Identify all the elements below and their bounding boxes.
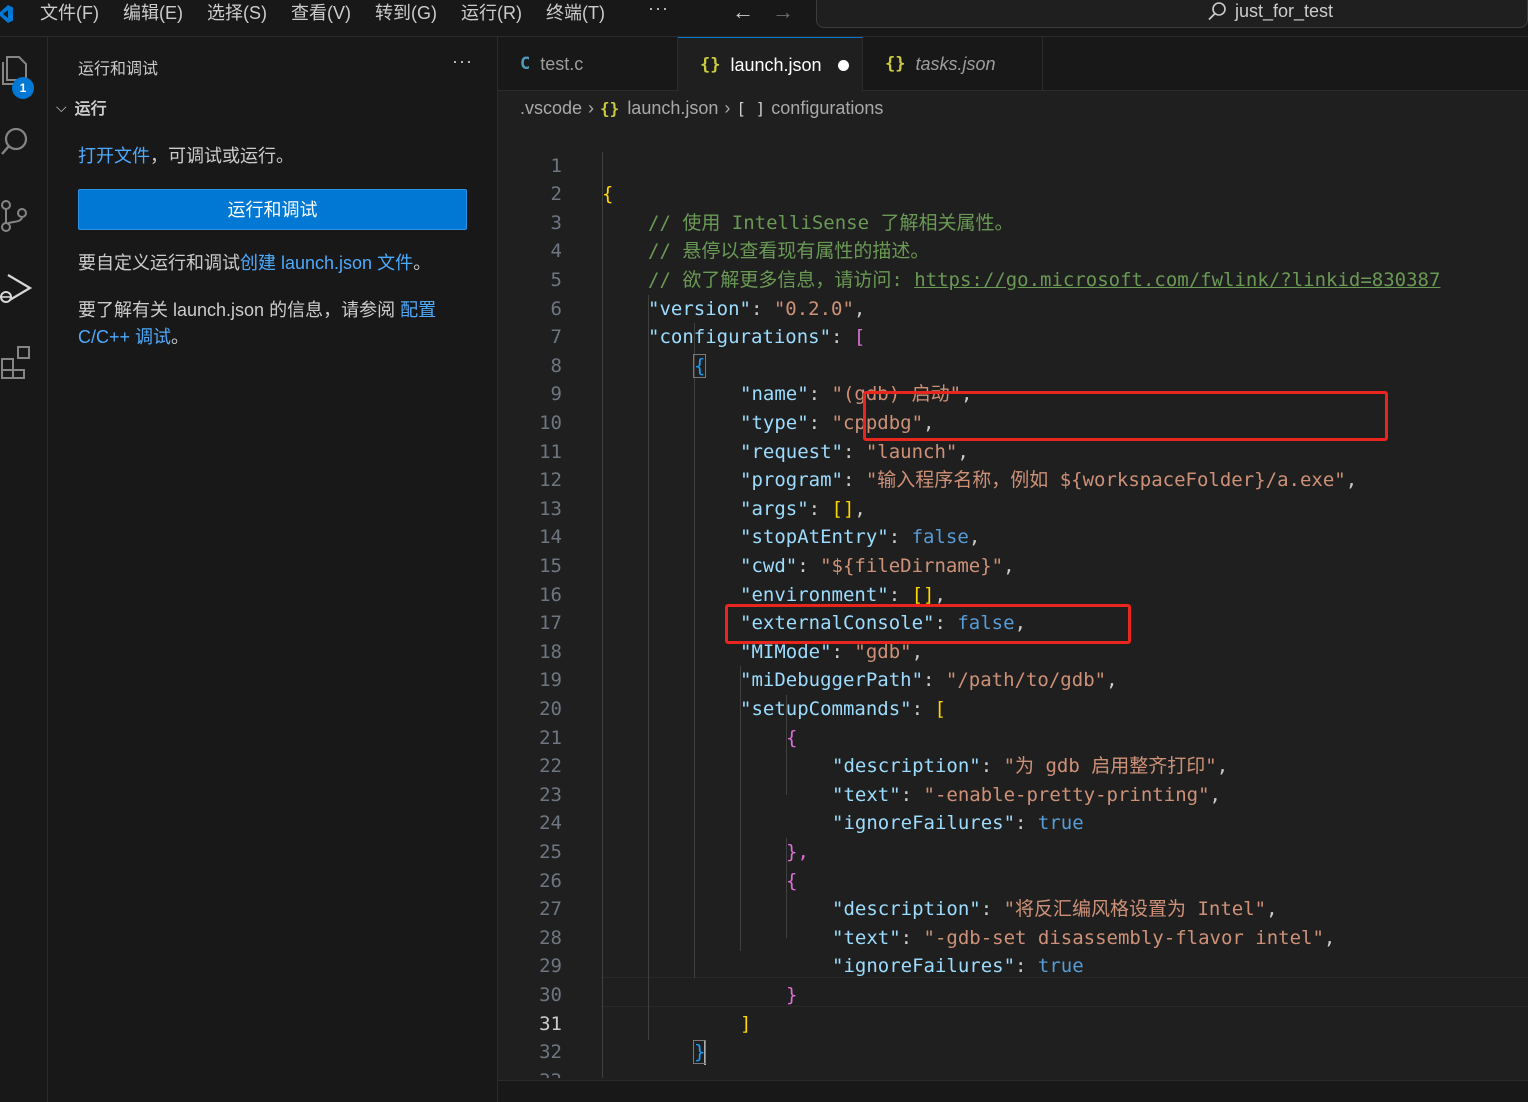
code-line: 20 { xyxy=(498,666,1528,749)
json-file-icon: {} xyxy=(885,54,906,74)
code-line: 6 "configurations": [ xyxy=(498,266,1528,349)
code-line: 30 ] xyxy=(498,952,1528,1035)
tab-launch-json[interactable]: {} launch.json xyxy=(678,37,863,92)
sidebar-title: 运行和调试 xyxy=(78,61,159,78)
code-line: 22 "text": "-enable-pretty-printing", xyxy=(498,724,1528,806)
customize-hint: 要自定义运行和调试创建 launch.json 文件。 xyxy=(78,250,478,277)
json-file-icon: {} xyxy=(600,98,620,118)
open-file-hint: 打开文件，可调试或运行。 xyxy=(78,143,478,170)
source-control-icon[interactable] xyxy=(0,199,34,233)
code-line: 13 "stopAtEntry": false, xyxy=(498,466,1528,549)
learn-hint-text: 要了解有关 launch.json 的信息，请参阅 xyxy=(78,300,401,320)
run-and-debug-button[interactable]: 运行和调试 xyxy=(78,189,467,230)
code-line: 9 "type": "cppdbg", xyxy=(498,352,1528,434)
code-line: 25 { xyxy=(498,809,1528,892)
menu-edit[interactable]: 编辑(E) xyxy=(123,1,183,25)
menu-go[interactable]: 转到(G) xyxy=(375,1,437,25)
code-editor[interactable]: 1 { 2 // 使用 IntelliSense 了解相关属性。 3 // 悬停… xyxy=(498,123,1528,1078)
code-line-current: 31 } xyxy=(498,981,1528,1065)
menu-file[interactable]: 文件(F) xyxy=(40,1,99,25)
breadcrumb-node[interactable]: configurations xyxy=(771,98,883,119)
vscode-logo-icon xyxy=(0,5,13,23)
program-highlight-box xyxy=(863,391,1388,441)
code-line: 2 // 使用 IntelliSense 了解相关属性。 xyxy=(498,152,1528,234)
midebuggerpath-highlight-box xyxy=(725,604,1131,644)
array-icon: [ ] xyxy=(736,98,766,118)
code-line: 23 "ignoreFailures": true xyxy=(498,752,1528,835)
unsaved-dot-icon[interactable] xyxy=(837,59,849,71)
menu-view[interactable]: 查看(V) xyxy=(291,1,351,25)
learn-hint: 要了解有关 launch.json 的信息，请参阅 配置 C/C++ 调试。 xyxy=(78,297,478,351)
title-bar: 文件(F) 编辑(E) 选择(S) 查看(V) 转到(G) 运行(R) 终端(T… xyxy=(0,0,1528,37)
code-line: 14 "cwd": "${fileDirname}", xyxy=(498,495,1528,577)
explorer-badge: 1 xyxy=(12,77,34,99)
activity-bar: 1 xyxy=(0,37,48,1102)
editor-tabs: C test.c {} launch.json {} tasks.json xyxy=(498,37,1528,92)
code-line: 33 ] xyxy=(498,1038,1528,1078)
search-icon[interactable] xyxy=(0,125,34,159)
code-line: 8 "name": "(gdb) 启动", xyxy=(498,323,1528,406)
code-line: 12 "args": [], xyxy=(498,438,1528,520)
create-launch-json-link[interactable]: 创建 launch.json 文件 xyxy=(240,253,413,273)
config-link[interactable]: 配置 xyxy=(400,300,436,320)
customize-hint-text: 要自定义运行和调试 xyxy=(78,253,240,273)
code-line: 4 // 欲了解更多信息，请访问: https://go.microsoft.c… xyxy=(498,209,1528,291)
open-file-link[interactable]: 打开文件 xyxy=(78,146,150,166)
command-center-search[interactable]: just_for_test xyxy=(816,0,1528,28)
code-line: 34 } xyxy=(498,1067,1528,1078)
customize-hint-suffix: 。 xyxy=(413,253,432,273)
code-line: 29 } xyxy=(498,924,1528,1006)
menu-bar: 文件(F) 编辑(E) 选择(S) 查看(V) 转到(G) 运行(R) 终端(T… xyxy=(40,0,629,26)
tab-label: test.c xyxy=(540,53,584,74)
code-line: 21 "description": "为 gdb 启用整齐打印", xyxy=(498,695,1528,778)
run-section-label: 运行 xyxy=(74,101,107,118)
code-line: 15 "environment": [], xyxy=(498,523,1528,606)
code-line: 5 "version": "0.2.0", xyxy=(498,237,1528,320)
search-icon xyxy=(1208,2,1226,21)
run-debug-icon[interactable] xyxy=(0,271,34,305)
code-line: 27 "text": "-gdb-set disassembly-flavor … xyxy=(498,867,1528,949)
run-section-header[interactable]: ⌵ 运行 xyxy=(56,95,107,119)
open-file-hint-text: ，可调试或运行。 xyxy=(150,146,294,166)
arrow-right-icon[interactable]: → xyxy=(772,0,794,24)
bottom-panel-tabs xyxy=(498,1080,1528,1102)
tab-tasks-json[interactable]: {} tasks.json xyxy=(863,37,1043,91)
json-file-icon: {} xyxy=(700,55,721,75)
chevron-right-icon: › xyxy=(724,97,731,118)
code-line: 3 // 悬停以查看现有属性的描述。 xyxy=(498,180,1528,263)
search-text: just_for_test xyxy=(1235,1,1334,21)
code-line: 32 xyxy=(498,1010,1528,1063)
cpp-debug-link[interactable]: C/C++ 调试 xyxy=(78,327,171,347)
code-line: 16 "externalConsole": false, xyxy=(498,552,1528,635)
learn-hint-suffix: 。 xyxy=(171,327,190,347)
tab-label: tasks.json xyxy=(915,53,996,74)
code-line: 26 "description": "将反汇编风格设置为 Intel", xyxy=(498,838,1528,921)
chevron-right-icon: › xyxy=(588,97,595,118)
arrow-left-icon[interactable]: ← xyxy=(732,0,754,24)
extensions-icon[interactable] xyxy=(0,345,34,379)
tab-test-c[interactable]: C test.c xyxy=(498,37,678,91)
tab-label: launch.json xyxy=(730,54,822,75)
menu-selection[interactable]: 选择(S) xyxy=(207,1,267,25)
menu-more-button[interactable]: ··· xyxy=(648,0,669,19)
code-line: 24 }, xyxy=(498,781,1528,863)
run-debug-sidebar: 运行和调试 ··· ⌵ 运行 打开文件，可调试或运行。 运行和调试 要自定义运行… xyxy=(48,37,498,1102)
chevron-down-icon: ⌵ xyxy=(56,98,67,115)
c-file-icon: C xyxy=(520,54,531,74)
breadcrumb-folder[interactable]: .vscode xyxy=(520,98,582,119)
sidebar-more-button[interactable]: ··· xyxy=(452,51,473,72)
breadcrumb: .vscode › {} launch.json › [ ] configura… xyxy=(520,95,883,121)
menu-run[interactable]: 运行(R) xyxy=(461,1,522,25)
code-line: 7 { xyxy=(498,295,1528,378)
breadcrumb-file[interactable]: launch.json xyxy=(627,98,718,119)
menu-terminal[interactable]: 终端(T) xyxy=(546,1,605,25)
code-line: 28 "ignoreFailures": true xyxy=(498,895,1528,978)
code-line: 1 { xyxy=(498,123,1528,206)
